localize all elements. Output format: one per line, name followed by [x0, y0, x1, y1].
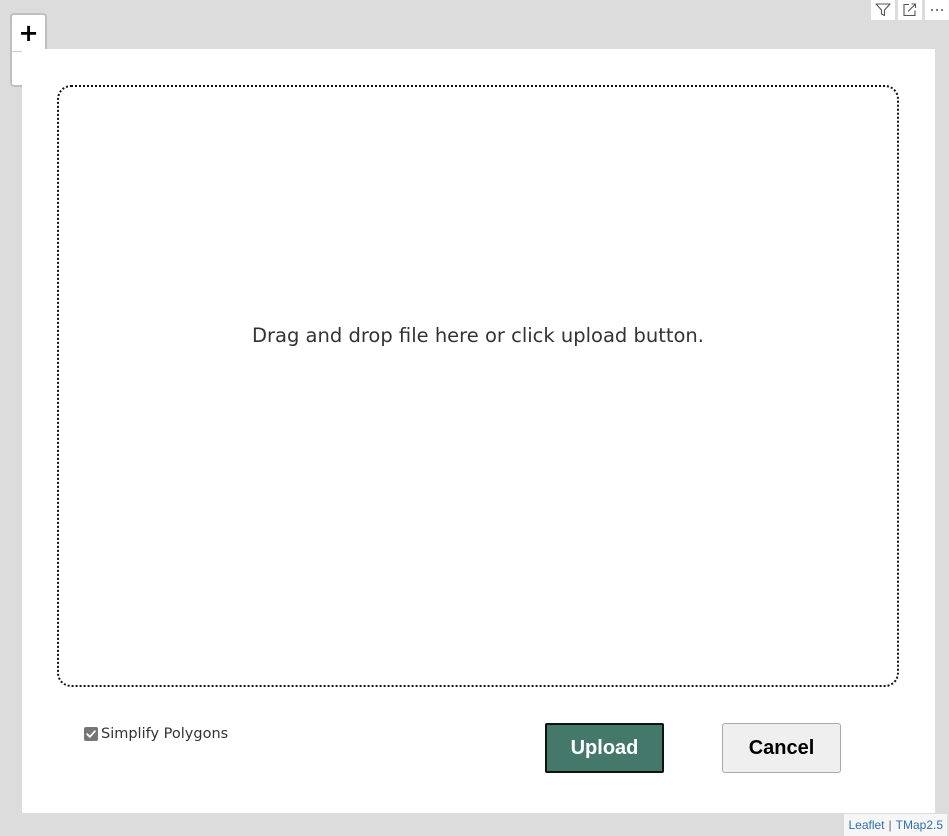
zoom-in-button[interactable]: +: [12, 15, 45, 51]
dropzone-instructions: Drag and drop file here or click upload …: [252, 323, 704, 347]
upload-button[interactable]: Upload: [545, 723, 664, 773]
simplify-polygons-checkbox[interactable]: [84, 727, 98, 741]
tmap-link[interactable]: TMap2.5: [896, 818, 943, 832]
more-options-button[interactable]: [925, 0, 949, 20]
cancel-button[interactable]: Cancel: [722, 723, 841, 773]
simplify-polygons-option[interactable]: Simplify Polygons: [84, 726, 228, 742]
visual-header: [871, 0, 949, 20]
focus-mode-icon: [902, 3, 918, 17]
attribution-separator: |: [888, 818, 892, 832]
more-options-icon: [929, 3, 945, 17]
upload-dialog: Drag and drop file here or click upload …: [22, 49, 935, 813]
report-visual-frame: + Drag and drop file here or click uploa…: [0, 0, 949, 836]
file-dropzone[interactable]: Drag and drop file here or click upload …: [57, 85, 899, 687]
filter-button[interactable]: [871, 0, 895, 20]
focus-mode-button[interactable]: [898, 0, 922, 20]
checkmark-icon: [86, 730, 96, 738]
leaflet-link[interactable]: Leaflet: [848, 818, 884, 832]
simplify-polygons-label: Simplify Polygons: [101, 726, 229, 742]
map-attribution: Leaflet | TMap2.5: [844, 814, 947, 836]
filter-icon: [875, 3, 891, 17]
